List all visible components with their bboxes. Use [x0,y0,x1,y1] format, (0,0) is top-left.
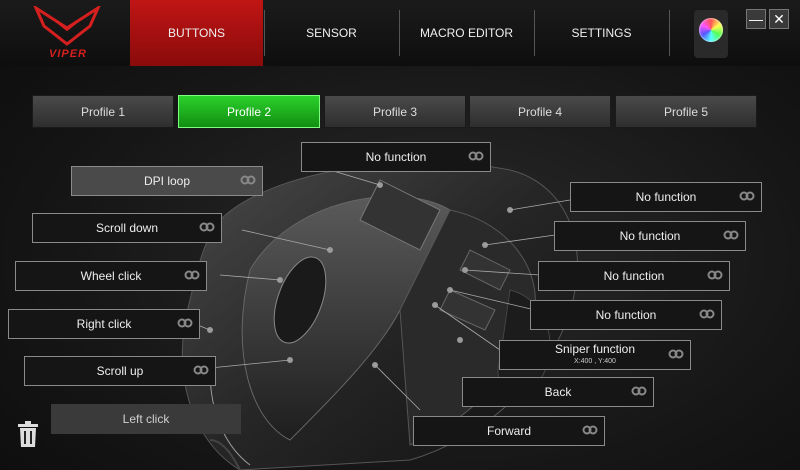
tab-macro-editor[interactable]: MACRO EDITOR [400,0,533,66]
profile-1-button[interactable]: Profile 1 [32,95,174,128]
lighting-color-button[interactable] [694,10,728,58]
sniper-function-assignment[interactable]: Sniper function X:400 , Y:400 [499,340,691,370]
minimize-button[interactable]: — [746,9,766,29]
link-icon [184,270,200,280]
viper-logo-icon [33,6,101,46]
link-icon [468,151,484,161]
link-icon [723,230,739,240]
tab-buttons[interactable]: BUTTONS [130,0,263,66]
side-button-2-assignment[interactable]: No function [554,221,746,251]
link-icon [668,349,684,359]
link-icon [707,270,723,280]
tab-settings[interactable]: SETTINGS [535,0,668,66]
profile-5-button[interactable]: Profile 5 [615,95,757,128]
color-wheel-icon [699,18,723,42]
side-button-3-assignment[interactable]: No function [538,261,730,291]
scroll-up-assignment[interactable]: Scroll up [24,356,216,386]
tab-divider [669,10,670,56]
trash-icon[interactable] [16,420,40,448]
side-button-4-assignment[interactable]: No function [530,300,722,330]
side-button-1-assignment[interactable]: No function [570,182,762,212]
link-icon [199,222,215,232]
link-icon [739,191,755,201]
back-button-assignment[interactable]: Back [462,377,654,407]
viper-logo: VIPER [32,6,102,62]
close-button[interactable]: ✕ [769,9,789,29]
top-bar: VIPER BUTTONS SENSOR MACRO EDITOR SETTIN… [0,0,800,66]
profile-2-button[interactable]: Profile 2 [178,95,320,128]
forward-button-assignment[interactable]: Forward [413,416,605,446]
profile-3-button[interactable]: Profile 3 [324,95,466,128]
link-icon [631,386,647,396]
wheel-click-assignment[interactable]: Wheel click [15,261,207,291]
link-icon [177,318,193,328]
top-button-assignment[interactable]: No function [301,142,491,172]
right-click-assignment[interactable]: Right click [8,309,200,339]
link-icon [582,425,598,435]
left-click-assignment[interactable]: Left click [51,404,241,434]
dpi-loop-button-assignment[interactable]: DPI loop [71,166,263,196]
scroll-down-assignment[interactable]: Scroll down [32,213,222,243]
tab-sensor[interactable]: SENSOR [265,0,398,66]
logo-text: VIPER [48,48,87,60]
link-icon [240,175,256,185]
profile-4-button[interactable]: Profile 4 [469,95,611,128]
link-icon [193,365,209,375]
link-icon [699,309,715,319]
